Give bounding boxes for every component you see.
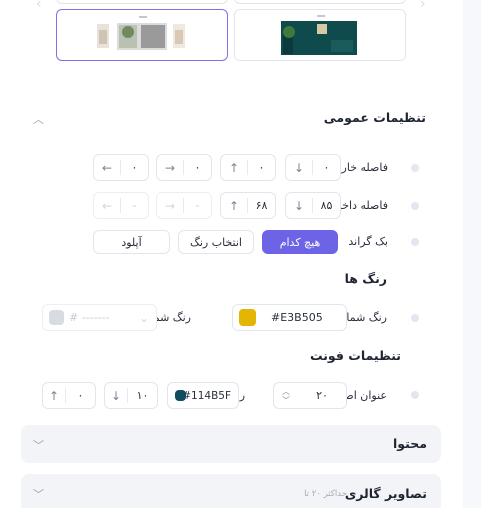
chevron-left-icon[interactable]: ‹	[36, 0, 42, 12]
spacing-bottom-value[interactable]: ۰	[313, 161, 340, 174]
gallery-images-hint: حداکثر ۲۰ تا	[304, 489, 347, 499]
gallery-thumbnail-image	[97, 16, 185, 50]
layout-thumbnail-selected[interactable]	[56, 9, 228, 61]
chevron-right-icon[interactable]: ›	[420, 0, 426, 12]
font-size-value[interactable]: ۲۰	[298, 389, 346, 402]
padding-left-input[interactable]: ← -	[93, 192, 149, 219]
top-card-right-partial[interactable]	[234, 0, 406, 4]
spacing-top-value[interactable]: ۰	[248, 161, 275, 174]
colors-title: رنگ ها	[344, 271, 387, 286]
arrow-down-icon[interactable]: ↓	[286, 193, 312, 218]
gallery-images-title[interactable]: تصاویر گالری	[345, 486, 427, 501]
font-weight-select[interactable]: ↓ ۱۰	[104, 382, 158, 409]
heading-color-swatch[interactable]	[175, 390, 186, 401]
font-size-stepper[interactable]: ︿ ﹀ ۲۰	[273, 382, 347, 409]
padding-bottom-value[interactable]: ۸۵	[313, 199, 340, 212]
inner-spacing-checkbox[interactable]	[411, 202, 419, 210]
color1-swatch[interactable]	[239, 309, 256, 326]
background-none-button[interactable]: هیچ کدام	[262, 230, 338, 254]
padding-top-value[interactable]: ۶۸	[248, 199, 275, 212]
general-settings-title: تنظیمات عمومی	[323, 110, 426, 125]
padding-bottom-input[interactable]: ↓ ۸۵	[285, 192, 341, 219]
settings-panel: ‹ › تنظیمات عمومی ︿ فاصله خارجی ↓ ۰ ↑ ۰ …	[0, 0, 463, 508]
layout-thumbnail[interactable]	[234, 9, 406, 61]
padding-left-value[interactable]: -	[121, 199, 148, 212]
color2-swatch[interactable]	[49, 310, 64, 325]
stepper-icon[interactable]: ︿ ﹀	[274, 383, 298, 408]
spacing-left-input[interactable]: ← ۰	[93, 154, 149, 181]
background-label: بک گراند	[348, 235, 388, 248]
spacing-right-input[interactable]: → ۰	[156, 154, 212, 181]
content-accordion-title[interactable]: محتوا	[393, 436, 427, 451]
padding-top-input[interactable]: ↑ ۶۸	[220, 192, 276, 219]
spacing-left-value[interactable]: ۰	[121, 161, 148, 174]
background-upload-button[interactable]: آپلود	[93, 230, 170, 254]
arrow-right-icon[interactable]: →	[157, 193, 183, 218]
gallery-images-accordion[interactable]: ﹀ تصاویر گالری حداکثر ۲۰ تا	[21, 474, 441, 508]
top-card-left-partial[interactable]	[56, 0, 228, 4]
arrow-up-icon[interactable]: ↑	[221, 155, 247, 180]
arrow-down-icon[interactable]: ↓	[286, 155, 312, 180]
spacing-top-input[interactable]: ↑ ۰	[220, 154, 276, 181]
arrow-left-icon[interactable]: ←	[94, 193, 120, 218]
outer-spacing-checkbox[interactable]	[411, 164, 419, 172]
content-accordion[interactable]: ﹀ محتوا	[21, 425, 441, 463]
padding-right-value[interactable]: -	[184, 199, 211, 212]
padding-right-input[interactable]: → -	[156, 192, 212, 219]
heading-font-checkbox[interactable]	[411, 391, 419, 399]
chevron-down-icon[interactable]: ﹀	[33, 486, 44, 502]
arrow-up-icon[interactable]: ↑	[221, 193, 247, 218]
arrow-right-icon[interactable]: →	[157, 155, 183, 180]
color1-checkbox[interactable]	[411, 314, 419, 322]
chevron-down-icon[interactable]: ⌄	[132, 305, 156, 330]
chevron-down-icon[interactable]: ﹀	[33, 437, 44, 453]
spacing-right-value[interactable]: ۰	[184, 161, 211, 174]
arrow-left-icon[interactable]: ←	[94, 155, 120, 180]
chevron-up-icon[interactable]: ︿	[33, 111, 44, 127]
font-weight-value[interactable]: ۱۰	[128, 389, 157, 402]
background-color-button[interactable]: انتخاب رنگ	[178, 230, 254, 254]
room-thumbnail-image	[281, 15, 357, 55]
scrollbar-track[interactable]	[463, 0, 481, 508]
font-settings-title: تنظیمات فونت	[309, 348, 401, 363]
spacing-bottom-input[interactable]: ↓ ۰	[285, 154, 341, 181]
font-extra-input[interactable]: ↑ ۰	[42, 382, 96, 409]
background-checkbox[interactable]	[411, 238, 419, 246]
font-extra-value[interactable]: ۰	[66, 389, 95, 402]
arrow-down-icon[interactable]: ↓	[105, 383, 127, 408]
arrow-up-icon[interactable]: ↑	[43, 383, 65, 408]
color1-hex[interactable]: #E3B505	[257, 311, 346, 324]
